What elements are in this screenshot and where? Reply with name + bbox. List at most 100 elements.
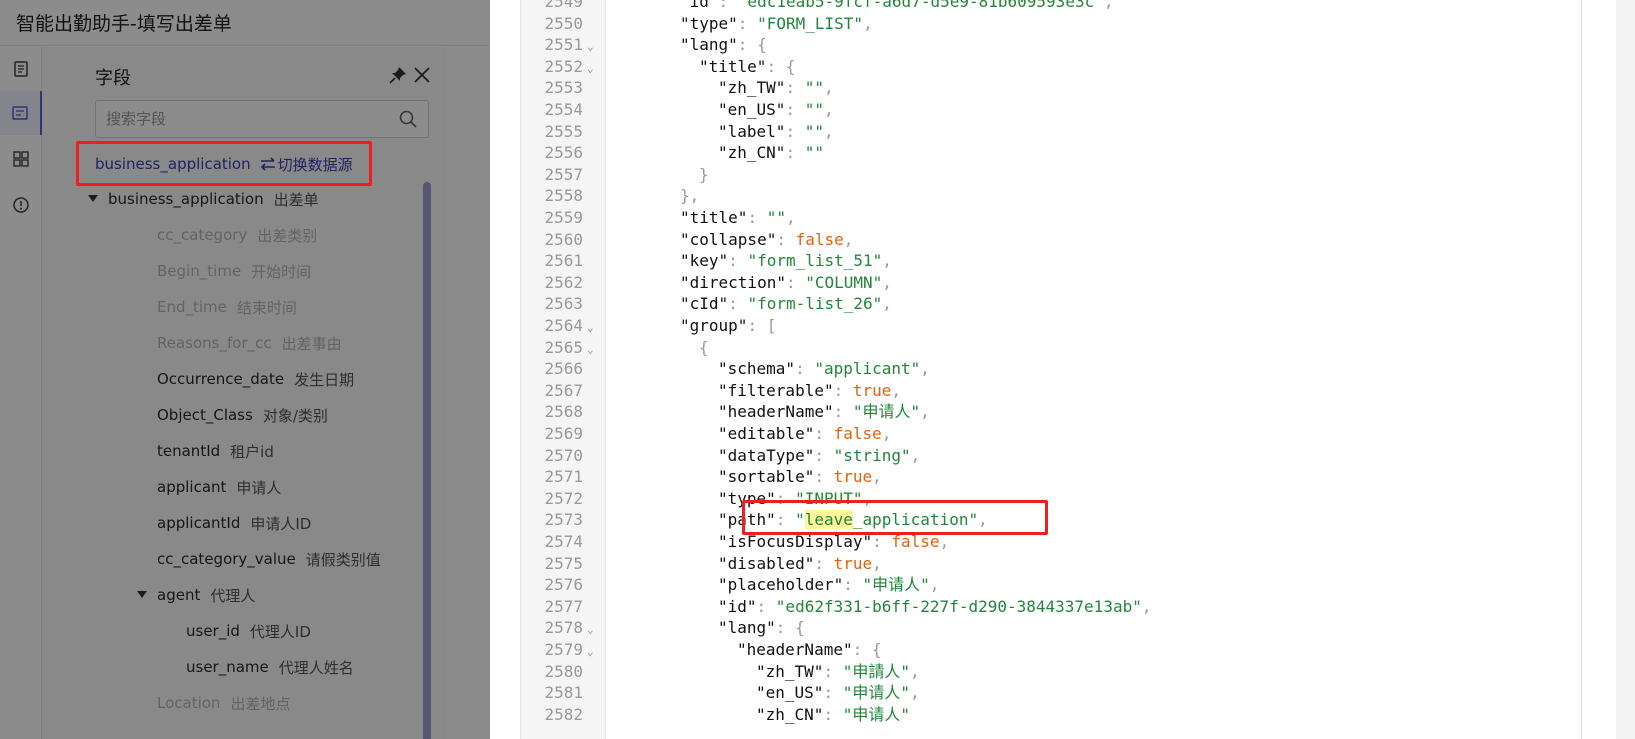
code-token: "placeholder" <box>718 575 844 595</box>
code-token: "label" <box>718 121 786 141</box>
code-text: "key": "form_list_51", <box>680 250 892 273</box>
code-token: "申请人" <box>842 683 910 703</box>
code-token: : <box>814 553 834 573</box>
code-token: : <box>728 294 748 314</box>
code-token: "申请人" <box>862 575 930 595</box>
code-token: , <box>920 402 930 422</box>
code-editor[interactable]: 2549 "id": "edc1eab5-9fcf-a6d7-d5e9-81b60… <box>520 0 1582 739</box>
line-number: 2552 <box>544 56 583 76</box>
line-number: 2565 <box>544 337 583 357</box>
code-token: "editable" <box>718 424 815 443</box>
code-text: "zh_TW": "申請人", <box>756 661 920 684</box>
code-line: 2578 ⌄ "lang": { <box>521 617 1581 640</box>
code-line: 2565 ⌄{ <box>521 337 1581 360</box>
line-number: 2571 <box>544 467 583 487</box>
code-token: , <box>891 380 902 400</box>
code-token: } <box>699 164 709 184</box>
code-token: , <box>823 78 834 98</box>
line-number: 2564 <box>544 316 583 335</box>
code-token: false <box>795 229 844 249</box>
code-line: 2558}, <box>521 185 1581 208</box>
code-token: : <box>833 380 853 400</box>
code-token: "disabled" <box>718 553 815 573</box>
code-token: : <box>823 683 843 703</box>
code-token: "form-list_26" <box>747 294 883 314</box>
code-line: 2549 "id": "edc1eab5-9fcf-a6d7-d5e9-81b60… <box>521 0 1581 14</box>
code-token: "edc1eab5-9fcf-a6d7-d5e9-81b609593e3c" <box>737 0 1104 11</box>
code-token: true <box>852 380 892 400</box>
code-token: , <box>1103 0 1114 11</box>
code-line: 2566 "schema": "applicant", <box>521 358 1581 381</box>
code-token: "applicant" <box>814 359 921 379</box>
code-text: "lang": { <box>718 617 805 640</box>
code-token: "title" <box>680 208 748 227</box>
code-line: 2555 "label": "", <box>521 121 1581 144</box>
code-line: 2568 "headerName": "申请人", <box>521 401 1581 424</box>
code-token: , <box>843 229 854 249</box>
code-token: "申请人" <box>852 402 921 422</box>
code-token: : <box>814 467 834 487</box>
code-token: "id" <box>718 596 757 616</box>
code-token: "dataType" <box>718 445 815 465</box>
code-text: "type": "FORM_LIST", <box>680 13 873 36</box>
code-token: , <box>872 553 882 573</box>
code-token: "ed62f331-b6ff-227f-d290-3844337e13ab" <box>775 596 1142 616</box>
code-line: 2579 ⌄ "headerName": { <box>521 639 1581 662</box>
code-token: { <box>699 337 709 357</box>
code-text: "zh_TW": "", <box>718 77 834 100</box>
code-line: 2557} <box>521 164 1581 187</box>
code-token: : <box>814 445 834 465</box>
code-token: , <box>1141 596 1152 616</box>
code-text: "zh_CN": "" <box>718 142 824 165</box>
code-token: "group" <box>680 316 748 335</box>
code-token: "lang" <box>680 35 738 55</box>
code-token: : <box>776 229 796 249</box>
code-text: "label": "", <box>718 121 834 144</box>
code-token: : <box>785 272 806 292</box>
code-token: "title" <box>699 56 767 76</box>
code-text: "schema": "applicant", <box>718 358 930 381</box>
code-token: "headerName" <box>718 402 834 422</box>
code-token: : <box>785 121 805 141</box>
code-token: "form_list_51" <box>747 251 883 271</box>
code-token: : { <box>852 640 882 659</box>
code-token: "direction" <box>680 272 786 292</box>
code-token: , <box>863 13 873 33</box>
line-number: 2575 <box>544 553 583 573</box>
code-token: true <box>833 467 873 487</box>
code-token: : <box>814 424 834 443</box>
code-line: 2552 ⌄ "title": { <box>521 56 1581 79</box>
code-token: , <box>909 661 920 681</box>
line-number: 2579 <box>544 640 583 659</box>
code-line: 2560 "collapse": false, <box>521 229 1581 252</box>
code-token: "" <box>766 208 786 227</box>
code-text: { <box>699 337 709 360</box>
code-token: "" <box>804 121 824 141</box>
code-line: 2563 "cId": "form-list_26", <box>521 293 1581 316</box>
line-number: 2551 <box>544 35 583 55</box>
code-line: 2573 "path": "leave_application", <box>521 509 1581 532</box>
code-token: "COLUMN" <box>805 272 883 292</box>
code-token: : <box>756 596 776 616</box>
line-number: 2561 <box>544 251 583 271</box>
code-text: "id": "edc1eab5-9fcf-a6d7-d5e9-81b609593… <box>680 0 1113 14</box>
code-token: "key" <box>680 251 729 271</box>
code-text: "id": "ed62f331-b6ff-227f-d290-3844337e1… <box>718 596 1151 619</box>
code-line: 2576 "placeholder": "申请人", <box>521 574 1581 597</box>
code-line: 2562 "direction": "COLUMN", <box>521 272 1581 295</box>
line-number: 2567 <box>544 380 583 400</box>
line-number: 2558 <box>544 186 583 206</box>
code-token: "headerName" <box>737 640 853 659</box>
line-number: 2573 <box>544 510 583 530</box>
code-token: }, <box>680 186 700 206</box>
code-token: , <box>872 467 882 487</box>
code-text: "zh_CN": "申请人" <box>756 704 910 727</box>
code-token: "type" <box>680 13 738 33</box>
line-number: 2574 <box>544 532 583 551</box>
code-token: "en_US" <box>718 100 786 119</box>
code-token: "filterable" <box>718 380 834 400</box>
code-line: 2582 "zh_CN": "申请人" <box>521 704 1581 727</box>
drawer-scrollbar[interactable] <box>1616 0 1635 739</box>
code-token: : { <box>737 35 767 55</box>
code-line: 2559 "title": "", <box>521 207 1581 230</box>
